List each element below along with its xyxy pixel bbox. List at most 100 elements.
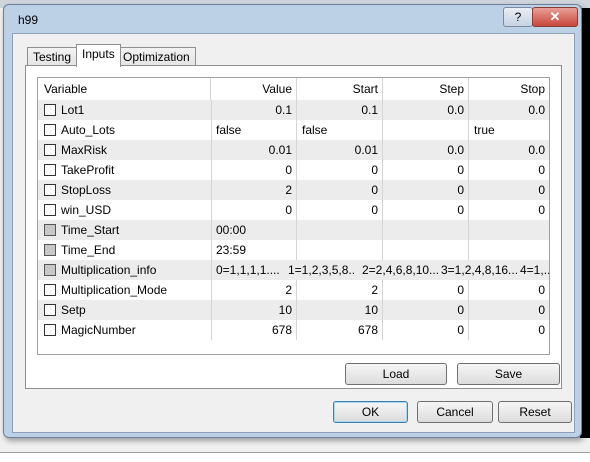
stop-cell[interactable]: 0.0 [470, 140, 549, 160]
variable-name: MagicNumber [61, 323, 136, 337]
value-cell[interactable]: 2 [212, 180, 297, 200]
start-cell[interactable]: 678 [298, 320, 383, 340]
stop-cell[interactable]: 0 [470, 180, 549, 200]
start-cell[interactable]: 0.1 [298, 100, 383, 120]
start-cell[interactable]: 2 [298, 280, 383, 300]
background-app-bottom [0, 438, 590, 462]
ok-button[interactable]: OK [333, 401, 408, 423]
info-segment: 2=2,4,6,8,10.... [362, 263, 438, 277]
optimize-checkbox[interactable] [44, 204, 56, 216]
variable-cell: Time_End [38, 240, 212, 260]
value-cell[interactable]: 0 [212, 200, 297, 220]
help-button[interactable]: ? [503, 7, 533, 27]
variable-cell: Auto_Lots [38, 120, 212, 140]
optimize-checkbox [44, 224, 56, 236]
optimize-checkbox[interactable] [44, 104, 56, 116]
value-cell[interactable]: 0.1 [212, 100, 297, 120]
table-row[interactable]: Time_End 23:59 [38, 240, 549, 260]
close-button[interactable]: ✕ [532, 7, 578, 27]
value-cell[interactable]: 00:00 [212, 220, 297, 240]
step-cell[interactable]: 0.0 [384, 140, 469, 160]
stop-cell[interactable]: 0 [470, 300, 549, 320]
step-cell[interactable]: 0 [384, 300, 469, 320]
optimize-checkbox[interactable] [44, 284, 56, 296]
column-header-step[interactable]: Step [384, 78, 469, 100]
step-cell[interactable]: 0 [384, 160, 469, 180]
step-cell[interactable]: 0 [384, 200, 469, 220]
stop-cell[interactable]: 0 [470, 320, 549, 340]
step-cell[interactable]: 0 [384, 280, 469, 300]
table-row[interactable]: Setp 10 10 0 0 [38, 300, 549, 320]
expert-properties-dialog: h99 ? ✕ Testing Inputs Optimization Vari… [3, 4, 582, 438]
variable-cell: Multiplication_info [38, 260, 212, 280]
stop-cell[interactable] [470, 220, 549, 240]
start-cell[interactable] [298, 220, 383, 240]
optimize-checkbox[interactable] [44, 144, 56, 156]
stop-cell[interactable]: 0 [470, 200, 549, 220]
optimize-checkbox [44, 244, 56, 256]
variable-cell: Setp [38, 300, 212, 320]
optimize-checkbox[interactable] [44, 164, 56, 176]
tab-optimization[interactable]: Optimization [117, 47, 196, 66]
inputs-table: Variable Value Start Step Stop Lot1 0.1 … [37, 77, 550, 355]
variable-name: Multiplication_info [61, 263, 157, 277]
variable-name: win_USD [61, 203, 112, 217]
tab-testing[interactable]: Testing [27, 47, 78, 66]
table-row[interactable]: MagicNumber 678 678 0 0 [38, 320, 549, 340]
variable-cell: win_USD [38, 200, 212, 220]
table-row[interactable]: Auto_Lots false false true [38, 120, 549, 140]
start-cell[interactable]: 10 [298, 300, 383, 320]
value-cell[interactable]: 2 [212, 280, 297, 300]
start-cell[interactable]: 0 [298, 180, 383, 200]
start-cell[interactable]: 0 [298, 200, 383, 220]
value-cell[interactable]: 0 [212, 160, 297, 180]
start-cell[interactable] [298, 240, 383, 260]
stop-cell[interactable] [470, 240, 549, 260]
info-segment: 4=1,... [520, 263, 549, 277]
optimize-checkbox[interactable] [44, 124, 56, 136]
step-cell[interactable] [384, 220, 469, 240]
value-cell[interactable]: 10 [212, 300, 297, 320]
start-cell[interactable]: 0 [298, 160, 383, 180]
value-cell[interactable]: 678 [212, 320, 297, 340]
cancel-button[interactable]: Cancel [417, 401, 493, 423]
variable-cell: TakeProfit [38, 160, 212, 180]
optimize-checkbox[interactable] [44, 184, 56, 196]
start-cell[interactable]: 0.01 [298, 140, 383, 160]
value-cell[interactable]: 23:59 [212, 240, 297, 260]
table-row[interactable]: win_USD 0 0 0 0 [38, 200, 549, 220]
stop-cell[interactable]: 0 [470, 160, 549, 180]
column-header-stop[interactable]: Stop [470, 78, 549, 100]
value-cell[interactable]: false [212, 120, 297, 140]
stop-cell[interactable]: 0.0 [470, 100, 549, 120]
table-row[interactable]: Multiplication_info 0=1,1,1,1.... 1=1,2,… [38, 260, 549, 280]
value-cell[interactable]: 0.01 [212, 140, 297, 160]
column-header-value[interactable]: Value [212, 78, 297, 100]
table-row[interactable]: StopLoss 2 0 0 0 [38, 180, 549, 200]
save-button[interactable]: Save [457, 363, 560, 385]
load-button[interactable]: Load [345, 363, 447, 385]
table-row[interactable]: TakeProfit 0 0 0 0 [38, 160, 549, 180]
table-row[interactable]: Multiplication_Mode 2 2 0 0 [38, 280, 549, 300]
table-row[interactable]: MaxRisk 0.01 0.01 0.0 0.0 [38, 140, 549, 160]
reset-button[interactable]: Reset [498, 401, 572, 423]
table-row[interactable]: Time_Start 00:00 [38, 220, 549, 240]
stop-cell[interactable]: 0 [470, 280, 549, 300]
variable-name: MaxRisk [61, 143, 108, 157]
stop-cell[interactable]: true [470, 120, 549, 140]
tab-inputs[interactable]: Inputs [76, 44, 121, 67]
optimize-checkbox[interactable] [44, 324, 56, 336]
optimize-checkbox[interactable] [44, 304, 56, 316]
column-header-variable[interactable]: Variable [38, 78, 211, 100]
dialog-client-area: Testing Inputs Optimization Variable Val… [12, 33, 575, 433]
column-header-start[interactable]: Start [298, 78, 383, 100]
step-cell[interactable]: 0 [384, 180, 469, 200]
table-row[interactable]: Lot1 0.1 0.1 0.0 0.0 [38, 100, 549, 120]
step-cell[interactable]: 0 [384, 320, 469, 340]
start-cell[interactable]: false [298, 120, 383, 140]
variable-name: TakeProfit [61, 163, 115, 177]
step-cell[interactable] [384, 120, 469, 140]
step-cell[interactable] [384, 240, 469, 260]
title-bar[interactable]: h99 ? ✕ [4, 5, 581, 35]
step-cell[interactable]: 0.0 [384, 100, 469, 120]
